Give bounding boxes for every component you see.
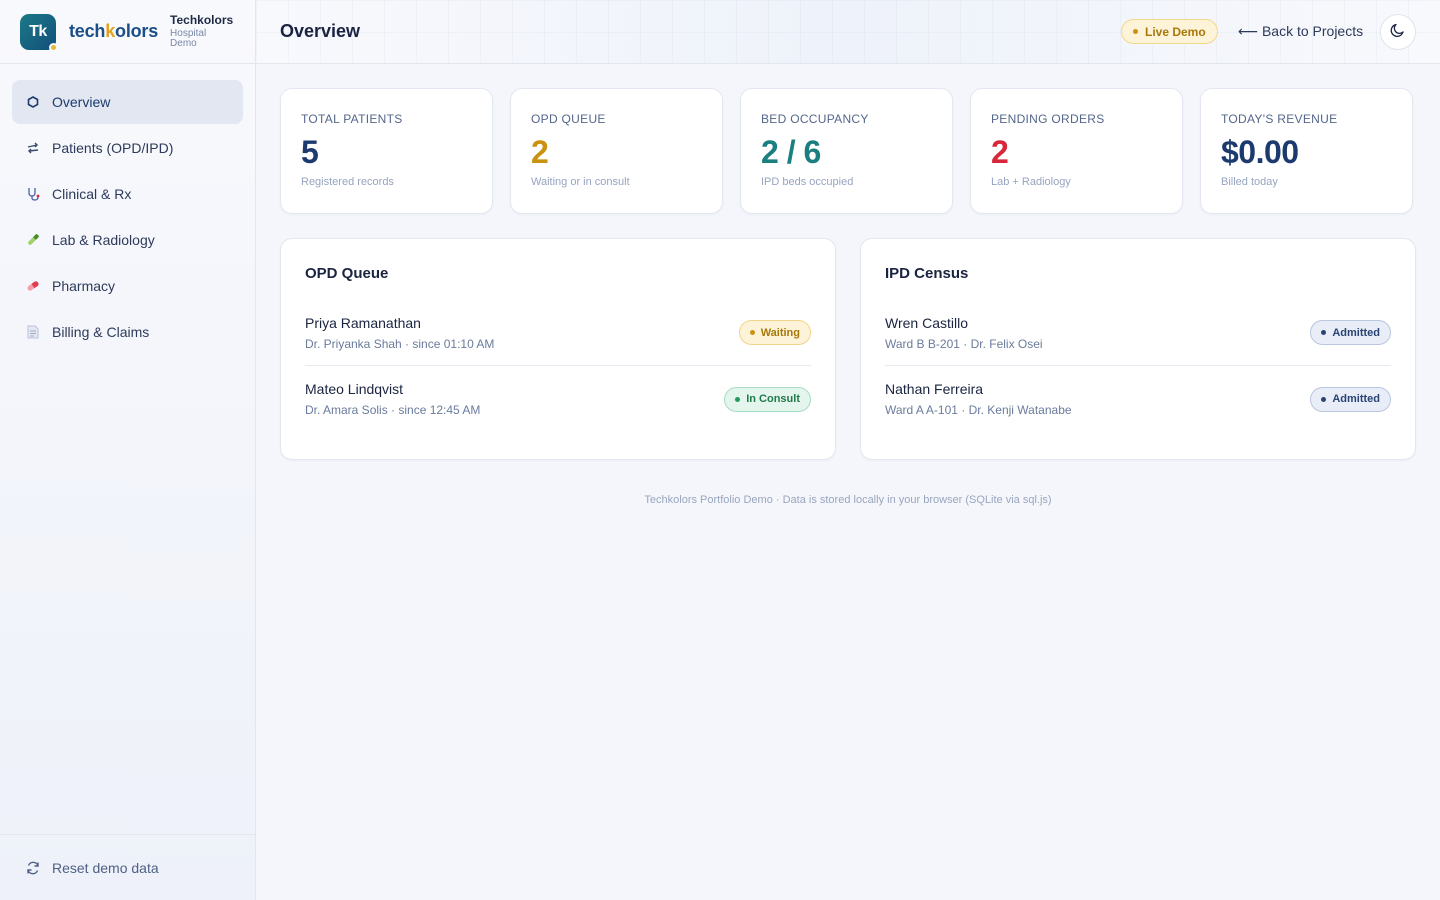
panel-title: OPD Queue bbox=[305, 265, 389, 282]
moon-icon bbox=[1390, 22, 1406, 43]
stat-caption: Registered records bbox=[301, 176, 394, 188]
status-dot bbox=[735, 396, 741, 402]
document-icon bbox=[26, 325, 40, 339]
stat-card-todays-revenue: Today's Revenue $0.00 Billed today bbox=[1200, 88, 1413, 214]
patient-meta: Dr. Amara Solis · since 12:45 AM bbox=[305, 403, 481, 417]
test-tube-icon bbox=[26, 233, 40, 247]
stat-value: 5 bbox=[301, 134, 319, 170]
wordmark: techkolors bbox=[69, 21, 159, 41]
list-item[interactable]: Nathan Ferreira Ward A A-101 · Dr. Kenji… bbox=[885, 366, 1391, 432]
page-title: Overview bbox=[280, 21, 361, 41]
stat-caption: Waiting or in consult bbox=[531, 176, 630, 188]
stethoscope-icon bbox=[26, 187, 40, 201]
list-item[interactable]: Priya Ramanathan Dr. Priyanka Shah · sin… bbox=[305, 300, 811, 366]
sidebar-item-pharmacy[interactable]: Pharmacy bbox=[12, 264, 243, 308]
live-demo-badge: Live Demo bbox=[1121, 19, 1218, 44]
status-dot bbox=[1133, 29, 1138, 34]
status-dot bbox=[1321, 330, 1327, 335]
stat-label: Total Patients bbox=[301, 112, 403, 126]
list-item[interactable]: Wren Castillo Ward B B-201 · Dr. Felix O… bbox=[885, 300, 1391, 366]
sidebar-item-label: Patients (OPD/IPD) bbox=[52, 140, 174, 156]
sidebar-item-billing[interactable]: Billing & Claims bbox=[12, 310, 243, 354]
back-to-projects-link[interactable]: ⟵ Back to Projects bbox=[1238, 23, 1363, 40]
sidebar-nav: Overview Patients (OPD/IPD) Clinical & R… bbox=[0, 64, 255, 372]
panel-title: IPD Census bbox=[885, 265, 969, 282]
reset-demo-label: Reset demo data bbox=[52, 859, 159, 876]
transfer-arrows-icon bbox=[26, 141, 40, 155]
main-content: Total Patients 5 Registered records OPD … bbox=[280, 88, 1416, 460]
sidebar-item-label: Overview bbox=[52, 94, 111, 110]
stat-label: OPD Queue bbox=[531, 112, 606, 126]
panels-row: OPD Queue Priya Ramanathan Dr. Priyanka … bbox=[280, 238, 1416, 460]
sidebar-item-clinical[interactable]: Clinical & Rx bbox=[12, 172, 243, 216]
brand-caption: Hospital Demo bbox=[170, 28, 207, 49]
status-badge: Waiting bbox=[738, 320, 811, 345]
stat-card-bed-occupancy: Bed Occupancy 2 / 6 IPD beds occupied bbox=[740, 88, 953, 214]
stat-value: 2 / 6 bbox=[761, 134, 821, 170]
reset-demo-button[interactable]: Reset demo data bbox=[0, 834, 255, 900]
stat-label: Today's Revenue bbox=[1221, 112, 1338, 126]
brand[interactable]: Tk techkolors Techkolors Hospital Demo bbox=[0, 0, 255, 64]
patient-name: Nathan Ferreira bbox=[885, 381, 984, 397]
stat-caption: Lab + Radiology bbox=[991, 176, 1071, 188]
patient-name: Mateo Lindqvist bbox=[305, 381, 404, 397]
logo-status-dot bbox=[49, 42, 58, 52]
stat-caption: Billed today bbox=[1221, 176, 1278, 188]
sidebar: Tk techkolors Techkolors Hospital Demo O… bbox=[0, 0, 256, 900]
status-badge: Admitted bbox=[1310, 320, 1391, 345]
patient-meta: Ward B B-201 · Dr. Felix Osei bbox=[885, 336, 1043, 351]
stat-value: 2 bbox=[531, 134, 549, 170]
stats-row: Total Patients 5 Registered records OPD … bbox=[280, 88, 1416, 214]
status-dot bbox=[1321, 396, 1327, 402]
stat-label: Pending Orders bbox=[991, 112, 1105, 126]
top-header: Overview Live Demo ⟵ Back to Projects bbox=[256, 0, 1440, 64]
stat-card-pending-orders: Pending Orders 2 Lab + Radiology bbox=[970, 88, 1183, 214]
refresh-icon bbox=[26, 861, 40, 875]
patient-name: Wren Castillo bbox=[885, 314, 968, 331]
sidebar-item-label: Clinical & Rx bbox=[52, 186, 132, 202]
stat-caption: IPD beds occupied bbox=[761, 176, 854, 188]
stat-value: 2 bbox=[991, 134, 1009, 170]
status-badge: Admitted bbox=[1310, 386, 1391, 412]
stat-value: $0.00 bbox=[1221, 134, 1299, 170]
patient-meta: Ward A A-101 · Dr. Kenji Watanabe bbox=[885, 403, 1072, 417]
sidebar-item-label: Lab & Radiology bbox=[52, 232, 155, 248]
opd-queue-panel: OPD Queue Priya Ramanathan Dr. Priyanka … bbox=[280, 238, 836, 460]
logo: Tk bbox=[20, 13, 58, 52]
theme-toggle-button[interactable] bbox=[1380, 14, 1416, 50]
logo-text: Tk bbox=[29, 22, 47, 40]
patient-meta: Dr. Priyanka Shah · since 01:10 AM bbox=[305, 336, 495, 351]
brand-subtitle: Techkolors Hospital Demo bbox=[170, 14, 233, 49]
status-dot bbox=[749, 330, 755, 335]
sidebar-item-patients[interactable]: Patients (OPD/IPD) bbox=[12, 126, 243, 170]
stat-card-opd-queue: OPD Queue 2 Waiting or in consult bbox=[510, 88, 723, 214]
ipd-census-panel: IPD Census Wren Castillo Ward B B-201 · … bbox=[860, 238, 1416, 460]
stat-label: Bed Occupancy bbox=[761, 112, 869, 126]
list-item[interactable]: Mateo Lindqvist Dr. Amara Solis · since … bbox=[305, 366, 811, 432]
sidebar-item-label: Billing & Claims bbox=[52, 324, 150, 340]
footer-note: Techkolors Portfolio Demo · Data is stor… bbox=[644, 494, 1052, 506]
patient-name: Priya Ramanathan bbox=[305, 314, 421, 331]
hexagon-icon bbox=[26, 95, 40, 109]
stat-card-total-patients: Total Patients 5 Registered records bbox=[280, 88, 493, 214]
sidebar-item-label: Pharmacy bbox=[52, 278, 116, 294]
sidebar-item-overview[interactable]: Overview bbox=[12, 80, 243, 124]
status-badge: In Consult bbox=[724, 386, 811, 412]
pill-icon bbox=[26, 279, 40, 293]
brand-title: Techkolors bbox=[170, 13, 234, 27]
sidebar-item-lab[interactable]: Lab & Radiology bbox=[12, 218, 243, 262]
